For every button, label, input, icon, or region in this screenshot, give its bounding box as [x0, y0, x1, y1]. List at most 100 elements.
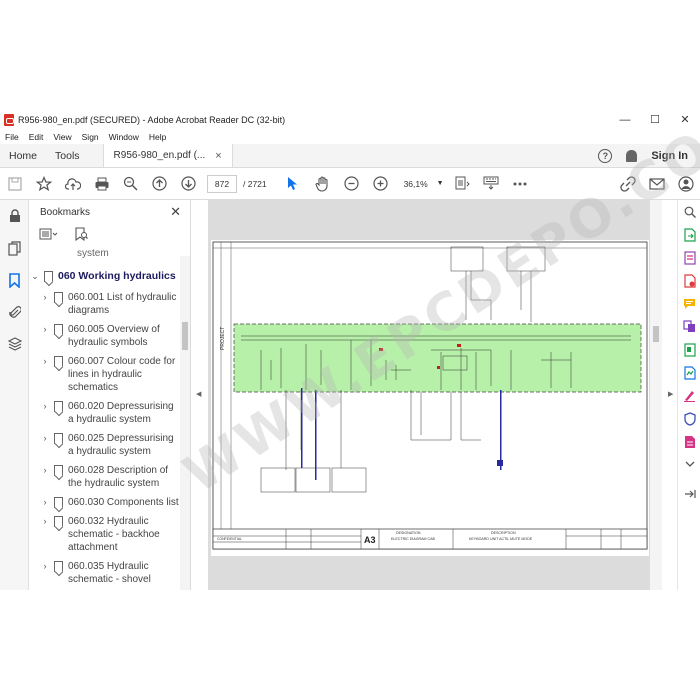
save-icon[interactable] — [0, 170, 29, 198]
menu-edit[interactable]: Edit — [24, 132, 49, 142]
electrical-schematic: PROJECT A3 DESIGNATION ELECTRIC DIAGRAM … — [212, 241, 648, 550]
tab-document[interactable]: R956-980_en.pdf (... × — [102, 144, 233, 167]
chevron-right-icon[interactable]: › — [39, 323, 51, 336]
page-number-input[interactable]: 872 — [207, 174, 237, 193]
bookmark-item-060-025[interactable]: › 060.025 Depressurising a hydraulic sys… — [39, 431, 181, 458]
bookmark-label: 060.030 Components list — [68, 497, 179, 508]
expand-icon[interactable] — [678, 453, 700, 476]
bookmark-label: 060.028 Description of the hydraulic sys… — [68, 465, 169, 489]
protect-icon[interactable] — [678, 407, 700, 430]
bookmark-item-060-030[interactable]: › 060.030 Components list — [39, 495, 181, 509]
next-page-icon[interactable] — [174, 170, 203, 198]
bookmark-icon — [54, 561, 63, 572]
bookmarks-panel-icon[interactable] — [0, 264, 29, 296]
comment-icon[interactable] — [678, 292, 700, 315]
bookmarks-toolbar — [29, 224, 190, 246]
zoom-out-icon[interactable] — [337, 170, 366, 198]
more-options-icon[interactable] — [506, 170, 535, 198]
bookmarks-scrollbar[interactable] — [180, 256, 190, 590]
find-bookmark-icon[interactable] — [75, 226, 88, 244]
notification-bell-icon[interactable] — [626, 149, 638, 162]
bookmark-item-060-035[interactable]: › 060.035 Hydraulic schematic - shovel — [39, 559, 181, 586]
description-value: KEYBOARD UNIT ACTIL MUTE MODE — [469, 537, 533, 541]
bookmark-item-060-032[interactable]: › 060.032 Hydraulic schematic - backhoe … — [39, 514, 181, 554]
bookmarks-scrollbar-thumb[interactable] — [182, 322, 188, 350]
bookmark-item-060-005[interactable]: › 060.005 Overview of hydraulic symbols — [39, 322, 181, 349]
bookmark-star-icon[interactable] — [29, 170, 58, 198]
bookmark-icon — [54, 292, 63, 303]
hand-tool-icon[interactable] — [308, 170, 337, 198]
more-tools-icon[interactable] — [678, 430, 700, 453]
create-pdf-icon[interactable] — [678, 246, 700, 269]
bookmark-item-060-001[interactable]: › 060.001 List of hydraulic diagrams — [39, 290, 181, 317]
email-icon[interactable] — [642, 170, 671, 198]
bookmark-icon — [54, 516, 63, 527]
menu-file[interactable]: File — [0, 132, 24, 142]
fill-sign-icon[interactable] — [678, 384, 700, 407]
chevron-right-icon[interactable]: › — [39, 464, 51, 477]
page-total: / 2721 — [243, 178, 267, 189]
menu-help[interactable]: Help — [144, 132, 171, 142]
document-scrollbar-thumb[interactable] — [653, 326, 659, 342]
chevron-right-icon[interactable]: › — [39, 560, 51, 573]
page-thumbnails-icon[interactable] — [0, 232, 29, 264]
chevron-right-icon[interactable]: › — [39, 291, 51, 304]
acrobat-pdf-icon — [4, 113, 14, 126]
attachments-paperclip-icon[interactable] — [0, 296, 29, 328]
collapse-right-panel-icon[interactable]: ▶ — [668, 390, 673, 398]
bookmark-item-060-007[interactable]: › 060.007 Colour code for lines in hydra… — [39, 354, 181, 394]
bookmark-label: 060.035 Hydraulic schematic - shovel — [68, 561, 151, 585]
share-link-icon[interactable] — [613, 170, 642, 198]
sign-in-button[interactable]: Sign In — [651, 150, 688, 162]
keyboard-icon[interactable] — [477, 170, 506, 198]
menu-window[interactable]: Window — [104, 132, 144, 142]
bookmark-label: 060.001 List of hydraulic diagrams — [68, 292, 177, 316]
close-window-button[interactable]: ✕ — [670, 110, 700, 129]
edit-pdf-icon[interactable] — [678, 269, 700, 292]
maximize-button[interactable]: ☐ — [640, 110, 670, 129]
help-icon[interactable]: ? — [598, 148, 613, 163]
tab-home[interactable]: Home — [0, 144, 46, 167]
upload-cloud-icon[interactable] — [58, 170, 87, 198]
bookmark-options-icon[interactable] — [39, 228, 59, 243]
collapse-tools-icon[interactable] — [678, 482, 700, 505]
chevron-down-icon[interactable]: ⌄ — [29, 270, 41, 283]
menu-view[interactable]: View — [48, 132, 76, 142]
export-pdf-icon[interactable] — [678, 223, 700, 246]
bookmark-item-060-028[interactable]: › 060.028 Description of the hydraulic s… — [39, 463, 181, 490]
zoom-search-icon[interactable] — [116, 170, 145, 198]
chevron-right-icon[interactable]: › — [39, 515, 51, 528]
bookmark-item-060-020[interactable]: › 060.020 Depressurising a hydraulic sys… — [39, 399, 181, 426]
menu-sign[interactable]: Sign — [77, 132, 104, 142]
scan-icon[interactable] — [678, 361, 700, 384]
collapse-left-panel-icon[interactable]: ◀ — [196, 390, 201, 398]
bookmark-label: 060.007 Colour code for lines in hydraul… — [68, 356, 176, 393]
chevron-right-icon[interactable]: › — [39, 355, 51, 368]
bookmarks-title: Bookmarks — [40, 206, 91, 218]
account-share-icon[interactable] — [671, 170, 700, 198]
main-toolbar: 872 / 2721 36,1% ▼ — [0, 168, 700, 200]
tab-tools[interactable]: Tools — [46, 144, 89, 167]
previous-page-icon[interactable] — [145, 170, 174, 198]
document-scrollbar[interactable] — [650, 200, 662, 590]
tab-close-icon[interactable]: × — [215, 150, 221, 162]
page-fit-icon[interactable] — [448, 170, 477, 198]
combine-icon[interactable] — [678, 315, 700, 338]
bookmark-icon — [54, 465, 63, 476]
description-header: DESCRIPTION — [491, 531, 516, 535]
chevron-right-icon[interactable]: › — [39, 432, 51, 445]
organize-icon[interactable] — [678, 338, 700, 361]
layers-icon[interactable] — [0, 328, 29, 360]
close-panel-icon[interactable]: ✕ — [170, 204, 181, 220]
zoom-level-select[interactable]: 36,1% ▼ — [399, 179, 444, 189]
zoom-in-icon[interactable] — [366, 170, 395, 198]
chevron-right-icon[interactable]: › — [39, 496, 51, 509]
chevron-right-icon[interactable]: › — [39, 400, 51, 413]
bookmark-label: 060.020 Depressurising a hydraulic syste… — [68, 401, 174, 425]
select-cursor-icon[interactable] — [279, 170, 308, 198]
bookmark-item-060[interactable]: ⌄ 060 Working hydraulics — [29, 262, 181, 283]
print-icon[interactable] — [87, 170, 116, 198]
zoom-icon[interactable] — [678, 200, 700, 223]
lock-icon[interactable] — [0, 200, 29, 232]
minimize-button[interactable]: — — [610, 110, 640, 129]
